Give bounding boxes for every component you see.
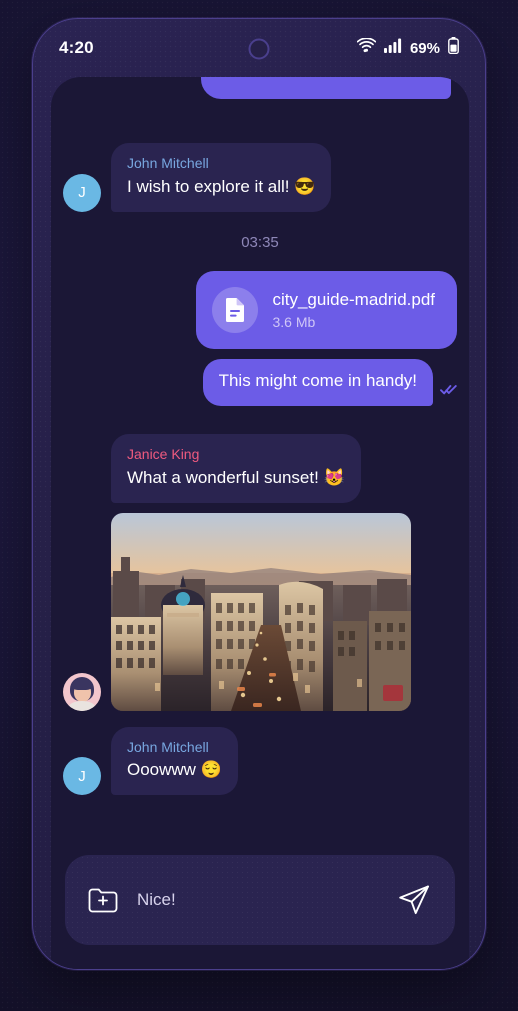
file-message-bubble[interactable]: city_guide-madrid.pdf 3.6 Mb (196, 270, 457, 349)
message-bubble[interactable]: This might come in handy! (202, 358, 433, 406)
message-bubble[interactable]: Janice King What a wonderful sunset! 😻 (111, 433, 361, 503)
camera-punch-hole-icon (248, 38, 270, 60)
status-time: 4:20 (59, 38, 94, 57)
message-bubble[interactable]: John Mitchell I wish to explore it all! … (111, 143, 332, 212)
battery-percent-label: 69% (409, 39, 440, 57)
message-row-outgoing: This might come in handy! (63, 358, 457, 406)
status-bar: 4:20 69% (33, 19, 485, 77)
phone-frame: 4:20 69% J John Mitchell I wish to explo… (32, 18, 486, 970)
photo-message[interactable] (111, 512, 411, 711)
message-sender-name: Janice King (127, 445, 200, 462)
wifi-icon (356, 37, 377, 58)
message-row-incoming: J John Mitchell Ooowww 😌 (63, 726, 457, 796)
file-size: 3.6 Mb (272, 313, 316, 330)
message-row-incoming: J John Mitchell I wish to explore it all… (63, 143, 457, 212)
message-list[interactable]: J John Mitchell I wish to explore it all… (51, 77, 469, 969)
message-text: I wish to explore it all! 😎 (127, 176, 316, 196)
message-row-incoming: Janice King What a wonderful sunset! 😻 (63, 433, 457, 503)
status-indicators: 69% (356, 37, 459, 59)
message-composer[interactable] (65, 855, 455, 945)
cellular-signal-icon (383, 38, 402, 58)
avatar-fringe (72, 678, 92, 690)
read-receipt-double-check-icon (440, 382, 457, 400)
message-text: This might come in handy! (218, 370, 417, 390)
battery-icon (448, 37, 459, 59)
send-paper-plane-icon[interactable] (397, 883, 431, 917)
message-text: What a wonderful sunset! 😻 (127, 467, 345, 487)
message-bubble-clipped[interactable] (201, 77, 451, 99)
avatar-initial: J (78, 767, 86, 785)
screenshot-root: 4:20 69% J John Mitchell I wish to explo… (0, 0, 518, 1011)
message-bubble[interactable]: John Mitchell Ooowww 😌 (111, 726, 238, 796)
message-text: Ooowww 😌 (127, 760, 222, 780)
file-name: city_guide-madrid.pdf (272, 289, 435, 309)
cityscape-sunset-image (111, 512, 411, 711)
message-row-incoming (63, 512, 457, 711)
avatar-initial: J (78, 184, 86, 202)
avatar[interactable]: J (63, 173, 101, 212)
message-input[interactable] (137, 890, 379, 910)
avatar[interactable] (63, 672, 101, 711)
folder-plus-icon[interactable] (87, 885, 119, 915)
avatar[interactable]: J (63, 757, 101, 796)
timestamp-divider: 03:35 (241, 233, 279, 251)
message-sender-name: John Mitchell (127, 738, 209, 755)
avatar-shoulder (69, 700, 95, 711)
message-sender-name: John Mitchell (127, 155, 209, 171)
chat-screen: J John Mitchell I wish to explore it all… (51, 77, 469, 969)
message-row-outgoing: city_guide-madrid.pdf 3.6 Mb (63, 270, 457, 349)
document-icon (212, 286, 259, 333)
